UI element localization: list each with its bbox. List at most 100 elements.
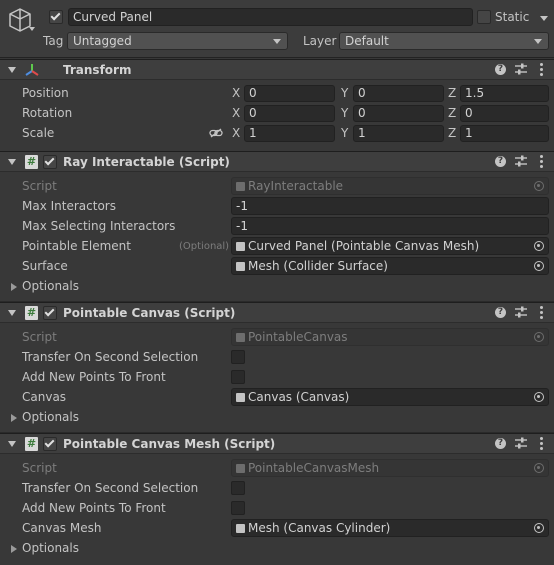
script-file-icon [236,262,245,271]
static-dropdown-chevron-icon[interactable] [540,16,548,21]
canvas-component-icon [236,393,245,402]
gameobject-header: Curved Panel Static Tag Untagged Layer D… [0,0,554,58]
add-new-points-to-front-label: Add New Points To Front [22,370,166,384]
script-value: PointableCanvasMesh [248,461,380,475]
axis-z-label: Z [448,86,457,100]
object-picker-icon [534,181,544,191]
axis-z-label: Z [448,106,457,120]
chevron-down-icon [534,39,542,44]
canvas-mesh-field[interactable]: Mesh (Canvas Cylinder) [231,519,549,537]
scale-label: Scale [22,126,55,140]
object-picker-icon [534,332,544,342]
help-icon[interactable]: ? [495,438,506,449]
foldout-right-icon[interactable] [11,545,17,553]
add-new-points-to-front-checkbox[interactable] [231,501,245,515]
object-picker-icon[interactable] [534,261,544,271]
help-icon[interactable]: ? [495,307,506,318]
active-checkbox[interactable] [49,10,63,24]
kebab-menu-icon[interactable] [540,155,543,168]
kebab-menu-icon[interactable] [540,306,543,319]
component-enabled-checkbox[interactable] [43,155,57,169]
constrain-proportions-link-icon[interactable] [209,128,223,138]
rotation-x-field[interactable]: 0 [244,105,335,122]
checkmark-icon [50,10,61,21]
checkmark-icon [44,155,55,166]
axis-y-label: Y [341,126,349,140]
transform-header[interactable]: Transform ? [0,59,554,80]
script-hash-icon: # [25,437,38,451]
object-picker-icon[interactable] [534,392,544,402]
object-picker-icon[interactable] [534,523,544,533]
component-enabled-checkbox[interactable] [43,306,57,320]
tag-dropdown[interactable]: Untagged [67,32,288,50]
script-value: PointableCanvas [248,330,348,344]
optionals-foldout[interactable]: Optionals [22,279,79,293]
position-y-field[interactable]: 0 [353,85,444,102]
layer-dropdown[interactable]: Default [339,32,549,50]
ray-interactable-title: Ray Interactable (Script) [63,155,230,169]
foldout-right-icon[interactable] [11,283,17,291]
foldout-arrow-icon[interactable] [8,310,16,316]
axis-x-label: X [232,126,241,140]
preset-sliders-icon[interactable] [515,437,527,450]
transfer-on-second-selection-checkbox[interactable] [231,350,245,364]
axis-x-label: X [232,86,241,100]
foldout-arrow-icon[interactable] [8,67,16,73]
add-new-points-to-front-label: Add New Points To Front [22,501,166,515]
chevron-down-icon[interactable] [29,27,35,31]
transfer-on-second-selection-checkbox[interactable] [231,481,245,495]
rotation-z-field[interactable]: 0 [460,105,549,122]
position-x-field[interactable]: 0 [244,85,335,102]
surface-value: Mesh (Collider Surface) [248,259,388,273]
pointable-canvas-header[interactable]: # Pointable Canvas (Script) ? [0,302,554,323]
script-file-icon [236,182,245,191]
scale-y-field[interactable]: 1 [353,125,444,142]
max-interactors-field[interactable]: -1 [231,197,549,215]
kebab-menu-icon[interactable] [540,63,543,76]
preset-sliders-icon[interactable] [515,155,527,168]
pointable-element-field[interactable]: Curved Panel (Pointable Canvas Mesh) [231,237,549,255]
rotation-y-field[interactable]: 0 [353,105,444,122]
tag-value: Untagged [73,34,132,48]
canvas-mesh-label: Canvas Mesh [22,521,102,535]
axis-x-label: X [232,106,241,120]
static-label: Static [495,10,530,24]
chevron-down-icon [273,39,281,44]
optionals-foldout[interactable]: Optionals [22,410,79,424]
component-enabled-checkbox[interactable] [43,437,57,451]
help-icon[interactable]: ? [495,64,506,75]
gameobject-name-field[interactable]: Curved Panel [68,8,473,26]
canvas-field[interactable]: Canvas (Canvas) [231,388,549,406]
static-checkbox[interactable] [477,10,491,24]
script-label: Script [22,461,57,475]
foldout-arrow-icon[interactable] [8,159,16,165]
help-icon[interactable]: ? [495,156,506,167]
scale-x-field[interactable]: 1 [244,125,335,142]
canvas-mesh-value: Mesh (Canvas Cylinder) [248,521,391,535]
kebab-menu-icon[interactable] [540,437,543,450]
pointable-canvas-mesh-title: Pointable Canvas Mesh (Script) [63,437,276,451]
preset-sliders-icon[interactable] [515,63,527,76]
object-picker-icon [534,463,544,473]
optionals-foldout[interactable]: Optionals [22,541,79,555]
surface-label: Surface [22,259,68,273]
scale-z-field[interactable]: 1 [460,125,549,142]
script-hash-icon: # [25,155,38,169]
add-new-points-to-front-checkbox[interactable] [231,370,245,384]
script-file-icon [236,242,245,251]
ray-interactable-header[interactable]: # Ray Interactable (Script) ? [0,151,554,172]
position-z-field[interactable]: 1.5 [460,85,549,102]
surface-field[interactable]: Mesh (Collider Surface) [231,257,549,275]
rotation-label: Rotation [22,106,73,120]
max-selecting-interactors-field[interactable]: -1 [231,217,549,235]
foldout-arrow-icon[interactable] [8,441,16,447]
foldout-right-icon[interactable] [11,414,17,422]
max-selecting-interactors-label: Max Selecting Interactors [22,219,176,233]
preset-sliders-icon[interactable] [515,306,527,319]
pointable-canvas-mesh-header[interactable]: # Pointable Canvas Mesh (Script) ? [0,433,554,454]
script-value: RayInteractable [248,179,344,193]
position-label: Position [22,86,69,100]
transform-title: Transform [63,63,132,77]
script-hash-icon: # [25,306,38,320]
object-picker-icon[interactable] [534,241,544,251]
